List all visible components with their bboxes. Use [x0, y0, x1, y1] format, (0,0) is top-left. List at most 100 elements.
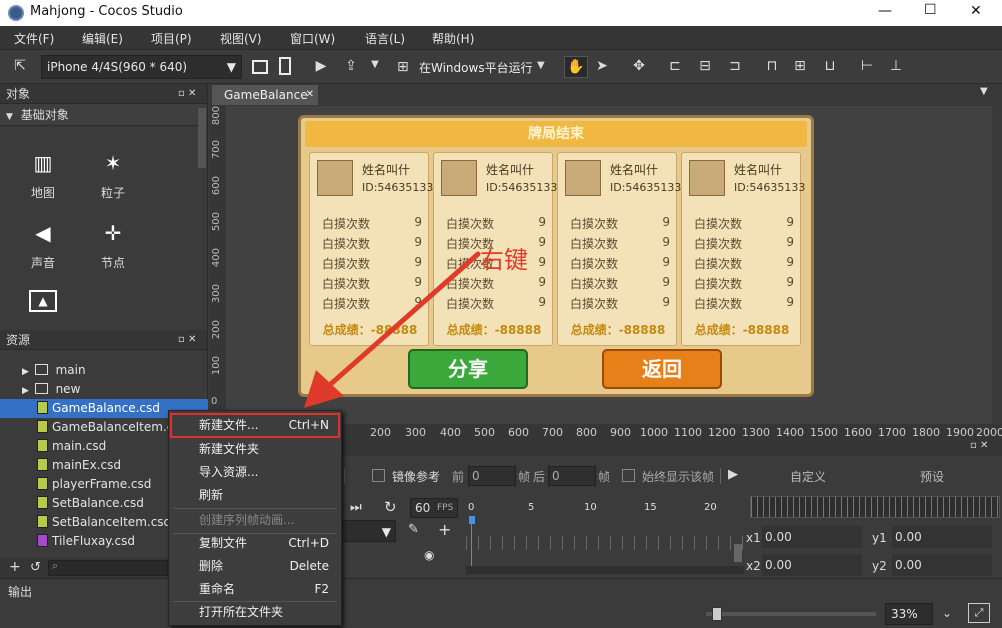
- play-icon[interactable]: ▶: [311, 58, 331, 74]
- always-show-checkbox[interactable]: [622, 469, 635, 482]
- tab-menu-icon[interactable]: ▼: [980, 86, 988, 97]
- menu-item-delete[interactable]: 删除 Delete: [169, 555, 341, 578]
- csd-file-icon: [37, 496, 48, 509]
- search-input[interactable]: [48, 560, 168, 576]
- visibility-eye-icon[interactable]: ◉: [424, 548, 434, 562]
- select-tool-icon[interactable]: ➤: [592, 58, 612, 74]
- close-button[interactable]: ✕: [970, 3, 982, 19]
- editor-tab[interactable]: GameBalance ✕: [212, 85, 318, 105]
- skip-end-icon[interactable]: ⏭: [350, 500, 362, 515]
- fps-input[interactable]: 60 FPS: [410, 498, 458, 518]
- loop-icon[interactable]: ↻: [384, 498, 397, 516]
- back-button[interactable]: 返回: [602, 349, 722, 389]
- panel-float-icon[interactable]: ▫ ✕: [178, 84, 196, 104]
- edit-icon[interactable]: ✎: [408, 522, 419, 537]
- y1-input[interactable]: 0.00: [892, 526, 992, 548]
- zoom-slider[interactable]: [706, 612, 876, 616]
- front-frame-input[interactable]: 0: [468, 466, 516, 486]
- menu-edit[interactable]: 编辑(E): [82, 30, 123, 47]
- zoom-select[interactable]: 33%: [885, 603, 933, 625]
- refresh-icon[interactable]: ↺: [30, 560, 41, 575]
- objects-scrollbar[interactable]: [198, 108, 206, 168]
- hand-tool-icon[interactable]: ✋: [564, 56, 588, 78]
- menu-item-open-folder[interactable]: 打开所在文件夹: [169, 601, 341, 624]
- menu-item-new-folder[interactable]: 新建文件夹: [169, 438, 341, 461]
- tab-close-icon[interactable]: ✕: [306, 85, 314, 105]
- menu-item-refresh[interactable]: 刷新: [169, 484, 341, 507]
- basic-objects-section[interactable]: ▼ 基础对象: [0, 104, 207, 126]
- curve-tabs: 自定义 预设: [746, 462, 1002, 490]
- menu-help[interactable]: 帮助(H): [432, 30, 474, 47]
- add-icon[interactable]: +: [9, 559, 21, 575]
- ruler-tick-label: 1000: [640, 426, 668, 439]
- fit-screen-icon[interactable]: ⤢: [968, 603, 990, 623]
- menu-item-create-frame-animation[interactable]: 创建序列帧动画...: [169, 509, 341, 532]
- move-tool-icon[interactable]: ✥: [629, 58, 649, 74]
- new-project-icon[interactable]: ⇱: [10, 58, 30, 74]
- ruler-tick-label: 800: [211, 106, 222, 126]
- menu-window[interactable]: 窗口(W): [290, 30, 335, 47]
- folder-main[interactable]: ▶ main: [0, 361, 208, 380]
- curve-preview[interactable]: [750, 496, 1000, 518]
- distribute-v-icon[interactable]: ⊥: [886, 58, 906, 74]
- menu-file[interactable]: 文件(F): [14, 30, 54, 47]
- back-frame-input[interactable]: 0: [548, 466, 596, 486]
- playhead-line: [471, 524, 472, 570]
- minimize-button[interactable]: —: [878, 3, 892, 19]
- y2-input[interactable]: 0.00: [892, 554, 992, 576]
- maximize-button[interactable]: ☐: [924, 2, 937, 18]
- ruler-tick-label: 300: [211, 284, 222, 304]
- tab-custom[interactable]: 自定义: [790, 468, 826, 485]
- object-node[interactable]: ✛ 节点: [83, 220, 143, 271]
- run-target-chevron-icon[interactable]: ▼: [537, 60, 545, 71]
- device-select[interactable]: iPhone 4/4S(960 * 640) ▼: [41, 55, 242, 79]
- portrait-icon[interactable]: [279, 57, 291, 75]
- publish-icon[interactable]: ⇪: [341, 58, 361, 74]
- object-image[interactable]: ▲: [13, 290, 73, 320]
- zoom-slider-handle[interactable]: [712, 607, 722, 621]
- menu-project[interactable]: 项目(P): [151, 30, 192, 47]
- ruler-tick-label: 800: [576, 426, 597, 439]
- objects-panel: 对象 ▫ ✕ ▼ 基础对象 ▥ 地图 ✶ 粒子 ◀ 声音 ✛ 节点 ▲: [0, 84, 208, 330]
- object-map[interactable]: ▥ 地图: [13, 150, 73, 201]
- playhead[interactable]: [469, 516, 475, 524]
- align-middle-icon[interactable]: ⊞: [790, 58, 810, 74]
- menu-language[interactable]: 语言(L): [365, 30, 405, 47]
- layer-select[interactable]: ▼: [340, 520, 396, 542]
- toolbar: ⇱ iPhone 4/4S(960 * 640) ▼ ▶ ⇪ ▼ ⊞ 在Wind…: [0, 50, 1002, 84]
- tab-preset[interactable]: 预设: [920, 468, 944, 485]
- image-icon: ▲: [29, 290, 57, 312]
- timeline-vscrollbar[interactable]: [734, 544, 742, 562]
- play-icon[interactable]: ▶: [728, 467, 738, 482]
- output-label[interactable]: 输出: [8, 583, 32, 600]
- menu-item-new-file[interactable]: 新建文件... Ctrl+N: [169, 414, 341, 437]
- align-center-icon[interactable]: ⊟: [695, 58, 715, 74]
- align-top-icon[interactable]: ⊓: [762, 58, 782, 74]
- object-label: 地图: [30, 186, 55, 200]
- zoom-dropdown-icon[interactable]: ⌄: [942, 606, 952, 620]
- canvas-vscrollbar[interactable]: [992, 106, 1002, 424]
- align-bottom-icon[interactable]: ⊔: [820, 58, 840, 74]
- collapse-icon: ▼: [6, 112, 13, 122]
- mirror-checkbox[interactable]: [372, 469, 385, 482]
- align-right-icon[interactable]: ⊐: [725, 58, 745, 74]
- menu-item-copy-file[interactable]: 复制文件 Ctrl+D: [169, 532, 341, 555]
- publish-dropdown-icon[interactable]: ▼: [365, 59, 385, 70]
- object-sound[interactable]: ◀ 声音: [13, 220, 73, 271]
- landscape-icon[interactable]: [252, 60, 268, 74]
- object-particle[interactable]: ✶ 粒子: [83, 150, 143, 201]
- x1-input[interactable]: 0.00: [762, 526, 862, 548]
- x2-input[interactable]: 0.00: [762, 554, 862, 576]
- distribute-h-icon[interactable]: ⊢: [857, 58, 877, 74]
- run-target-label[interactable]: 在Windows平台运行: [419, 59, 533, 76]
- menu-item-import[interactable]: 导入资源...: [169, 461, 341, 484]
- panel-float-icon[interactable]: ▫ ✕: [178, 330, 196, 350]
- add-track-icon[interactable]: +: [438, 520, 451, 539]
- menu-item-rename[interactable]: 重命名 F2: [169, 578, 341, 601]
- timeline-track[interactable]: [466, 522, 744, 568]
- folder-new[interactable]: ▶ new: [0, 380, 208, 399]
- menu-view[interactable]: 视图(V): [220, 30, 262, 47]
- panel-float-icon[interactable]: ▫ ✕: [970, 440, 988, 451]
- timeline-hscrollbar[interactable]: [466, 566, 744, 574]
- align-left-icon[interactable]: ⊏: [665, 58, 685, 74]
